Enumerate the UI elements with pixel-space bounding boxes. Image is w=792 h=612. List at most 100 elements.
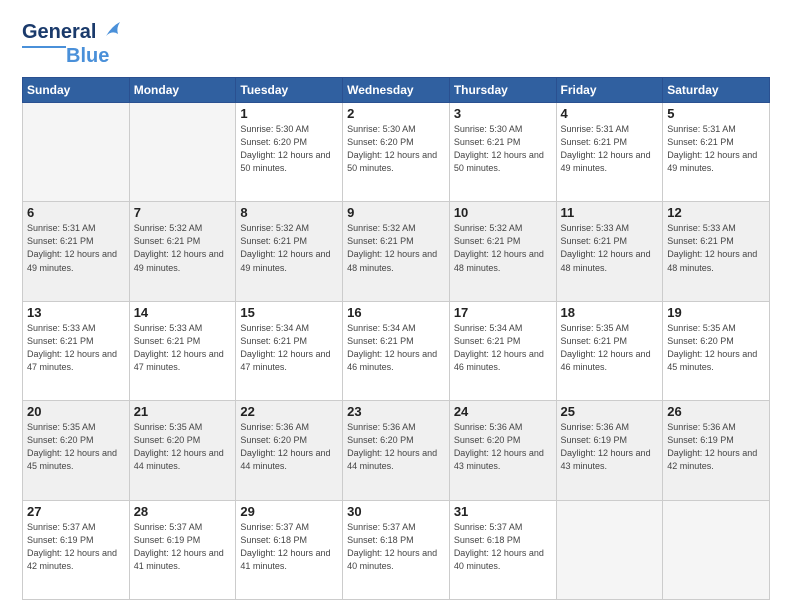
calendar-cell: 5 Sunrise: 5:31 AM Sunset: 6:21 PM Dayli… [663, 103, 770, 202]
day-number: 27 [27, 504, 125, 519]
day-info: Sunrise: 5:33 AM Sunset: 6:21 PM Dayligh… [561, 222, 659, 274]
day-info: Sunrise: 5:30 AM Sunset: 6:20 PM Dayligh… [347, 123, 445, 175]
day-info: Sunrise: 5:37 AM Sunset: 6:18 PM Dayligh… [454, 521, 552, 573]
calendar-cell: 21 Sunrise: 5:35 AM Sunset: 6:20 PM Dayl… [129, 401, 236, 500]
day-number: 6 [27, 205, 125, 220]
day-number: 1 [240, 106, 338, 121]
day-info: Sunrise: 5:30 AM Sunset: 6:21 PM Dayligh… [454, 123, 552, 175]
day-number: 28 [134, 504, 232, 519]
calendar-cell: 20 Sunrise: 5:35 AM Sunset: 6:20 PM Dayl… [23, 401, 130, 500]
day-header-wednesday: Wednesday [343, 78, 450, 103]
day-info: Sunrise: 5:31 AM Sunset: 6:21 PM Dayligh… [27, 222, 125, 274]
calendar-cell [556, 500, 663, 599]
day-info: Sunrise: 5:37 AM Sunset: 6:19 PM Dayligh… [134, 521, 232, 573]
day-number: 31 [454, 504, 552, 519]
calendar-cell: 8 Sunrise: 5:32 AM Sunset: 6:21 PM Dayli… [236, 202, 343, 301]
calendar-cell: 29 Sunrise: 5:37 AM Sunset: 6:18 PM Dayl… [236, 500, 343, 599]
calendar-cell: 14 Sunrise: 5:33 AM Sunset: 6:21 PM Dayl… [129, 301, 236, 400]
day-number: 4 [561, 106, 659, 121]
day-number: 24 [454, 404, 552, 419]
logo-text-general: General [22, 21, 96, 43]
calendar-cell [23, 103, 130, 202]
calendar-cell: 27 Sunrise: 5:37 AM Sunset: 6:19 PM Dayl… [23, 500, 130, 599]
day-info: Sunrise: 5:31 AM Sunset: 6:21 PM Dayligh… [667, 123, 765, 175]
day-header-tuesday: Tuesday [236, 78, 343, 103]
logo-bird-icon [102, 18, 124, 40]
calendar-cell: 6 Sunrise: 5:31 AM Sunset: 6:21 PM Dayli… [23, 202, 130, 301]
calendar-cell: 9 Sunrise: 5:32 AM Sunset: 6:21 PM Dayli… [343, 202, 450, 301]
day-number: 3 [454, 106, 552, 121]
day-number: 20 [27, 404, 125, 419]
calendar-cell: 7 Sunrise: 5:32 AM Sunset: 6:21 PM Dayli… [129, 202, 236, 301]
day-info: Sunrise: 5:34 AM Sunset: 6:21 PM Dayligh… [347, 322, 445, 374]
day-info: Sunrise: 5:35 AM Sunset: 6:20 PM Dayligh… [134, 421, 232, 473]
day-number: 8 [240, 205, 338, 220]
day-number: 25 [561, 404, 659, 419]
day-info: Sunrise: 5:36 AM Sunset: 6:19 PM Dayligh… [561, 421, 659, 473]
day-info: Sunrise: 5:36 AM Sunset: 6:20 PM Dayligh… [454, 421, 552, 473]
day-info: Sunrise: 5:30 AM Sunset: 6:20 PM Dayligh… [240, 123, 338, 175]
day-header-friday: Friday [556, 78, 663, 103]
day-number: 22 [240, 404, 338, 419]
calendar-cell: 22 Sunrise: 5:36 AM Sunset: 6:20 PM Dayl… [236, 401, 343, 500]
logo: General Blue [22, 18, 124, 67]
calendar-cell: 4 Sunrise: 5:31 AM Sunset: 6:21 PM Dayli… [556, 103, 663, 202]
day-number: 2 [347, 106, 445, 121]
calendar-cell: 16 Sunrise: 5:34 AM Sunset: 6:21 PM Dayl… [343, 301, 450, 400]
day-info: Sunrise: 5:32 AM Sunset: 6:21 PM Dayligh… [134, 222, 232, 274]
calendar-cell: 28 Sunrise: 5:37 AM Sunset: 6:19 PM Dayl… [129, 500, 236, 599]
calendar-cell: 26 Sunrise: 5:36 AM Sunset: 6:19 PM Dayl… [663, 401, 770, 500]
day-number: 14 [134, 305, 232, 320]
day-number: 19 [667, 305, 765, 320]
day-number: 18 [561, 305, 659, 320]
day-number: 26 [667, 404, 765, 419]
day-info: Sunrise: 5:36 AM Sunset: 6:20 PM Dayligh… [347, 421, 445, 473]
day-info: Sunrise: 5:37 AM Sunset: 6:18 PM Dayligh… [240, 521, 338, 573]
day-info: Sunrise: 5:31 AM Sunset: 6:21 PM Dayligh… [561, 123, 659, 175]
day-info: Sunrise: 5:32 AM Sunset: 6:21 PM Dayligh… [454, 222, 552, 274]
calendar-cell [129, 103, 236, 202]
day-info: Sunrise: 5:33 AM Sunset: 6:21 PM Dayligh… [134, 322, 232, 374]
day-number: 30 [347, 504, 445, 519]
day-number: 15 [240, 305, 338, 320]
day-info: Sunrise: 5:35 AM Sunset: 6:20 PM Dayligh… [27, 421, 125, 473]
day-number: 21 [134, 404, 232, 419]
page: General Blue SundayMondayTuesdayWednesda… [0, 0, 792, 612]
calendar-cell [663, 500, 770, 599]
day-header-saturday: Saturday [663, 78, 770, 103]
calendar-cell: 3 Sunrise: 5:30 AM Sunset: 6:21 PM Dayli… [449, 103, 556, 202]
day-info: Sunrise: 5:34 AM Sunset: 6:21 PM Dayligh… [240, 322, 338, 374]
day-number: 7 [134, 205, 232, 220]
day-header-monday: Monday [129, 78, 236, 103]
day-number: 10 [454, 205, 552, 220]
day-number: 5 [667, 106, 765, 121]
day-number: 13 [27, 305, 125, 320]
calendar-cell: 1 Sunrise: 5:30 AM Sunset: 6:20 PM Dayli… [236, 103, 343, 202]
logo-text-blue: Blue [66, 45, 109, 67]
calendar-cell: 11 Sunrise: 5:33 AM Sunset: 6:21 PM Dayl… [556, 202, 663, 301]
calendar-table: SundayMondayTuesdayWednesdayThursdayFrid… [22, 77, 770, 600]
calendar-cell: 15 Sunrise: 5:34 AM Sunset: 6:21 PM Dayl… [236, 301, 343, 400]
day-number: 11 [561, 205, 659, 220]
header: General Blue [22, 18, 770, 67]
calendar-cell: 24 Sunrise: 5:36 AM Sunset: 6:20 PM Dayl… [449, 401, 556, 500]
day-info: Sunrise: 5:37 AM Sunset: 6:18 PM Dayligh… [347, 521, 445, 573]
calendar-cell: 23 Sunrise: 5:36 AM Sunset: 6:20 PM Dayl… [343, 401, 450, 500]
calendar-cell: 2 Sunrise: 5:30 AM Sunset: 6:20 PM Dayli… [343, 103, 450, 202]
day-number: 23 [347, 404, 445, 419]
day-number: 29 [240, 504, 338, 519]
day-info: Sunrise: 5:33 AM Sunset: 6:21 PM Dayligh… [667, 222, 765, 274]
day-info: Sunrise: 5:32 AM Sunset: 6:21 PM Dayligh… [240, 222, 338, 274]
day-header-thursday: Thursday [449, 78, 556, 103]
calendar-cell: 13 Sunrise: 5:33 AM Sunset: 6:21 PM Dayl… [23, 301, 130, 400]
day-number: 16 [347, 305, 445, 320]
day-info: Sunrise: 5:33 AM Sunset: 6:21 PM Dayligh… [27, 322, 125, 374]
calendar-cell: 10 Sunrise: 5:32 AM Sunset: 6:21 PM Dayl… [449, 202, 556, 301]
day-number: 17 [454, 305, 552, 320]
calendar-cell: 17 Sunrise: 5:34 AM Sunset: 6:21 PM Dayl… [449, 301, 556, 400]
calendar-cell: 25 Sunrise: 5:36 AM Sunset: 6:19 PM Dayl… [556, 401, 663, 500]
day-number: 12 [667, 205, 765, 220]
day-info: Sunrise: 5:36 AM Sunset: 6:20 PM Dayligh… [240, 421, 338, 473]
day-info: Sunrise: 5:36 AM Sunset: 6:19 PM Dayligh… [667, 421, 765, 473]
day-info: Sunrise: 5:34 AM Sunset: 6:21 PM Dayligh… [454, 322, 552, 374]
